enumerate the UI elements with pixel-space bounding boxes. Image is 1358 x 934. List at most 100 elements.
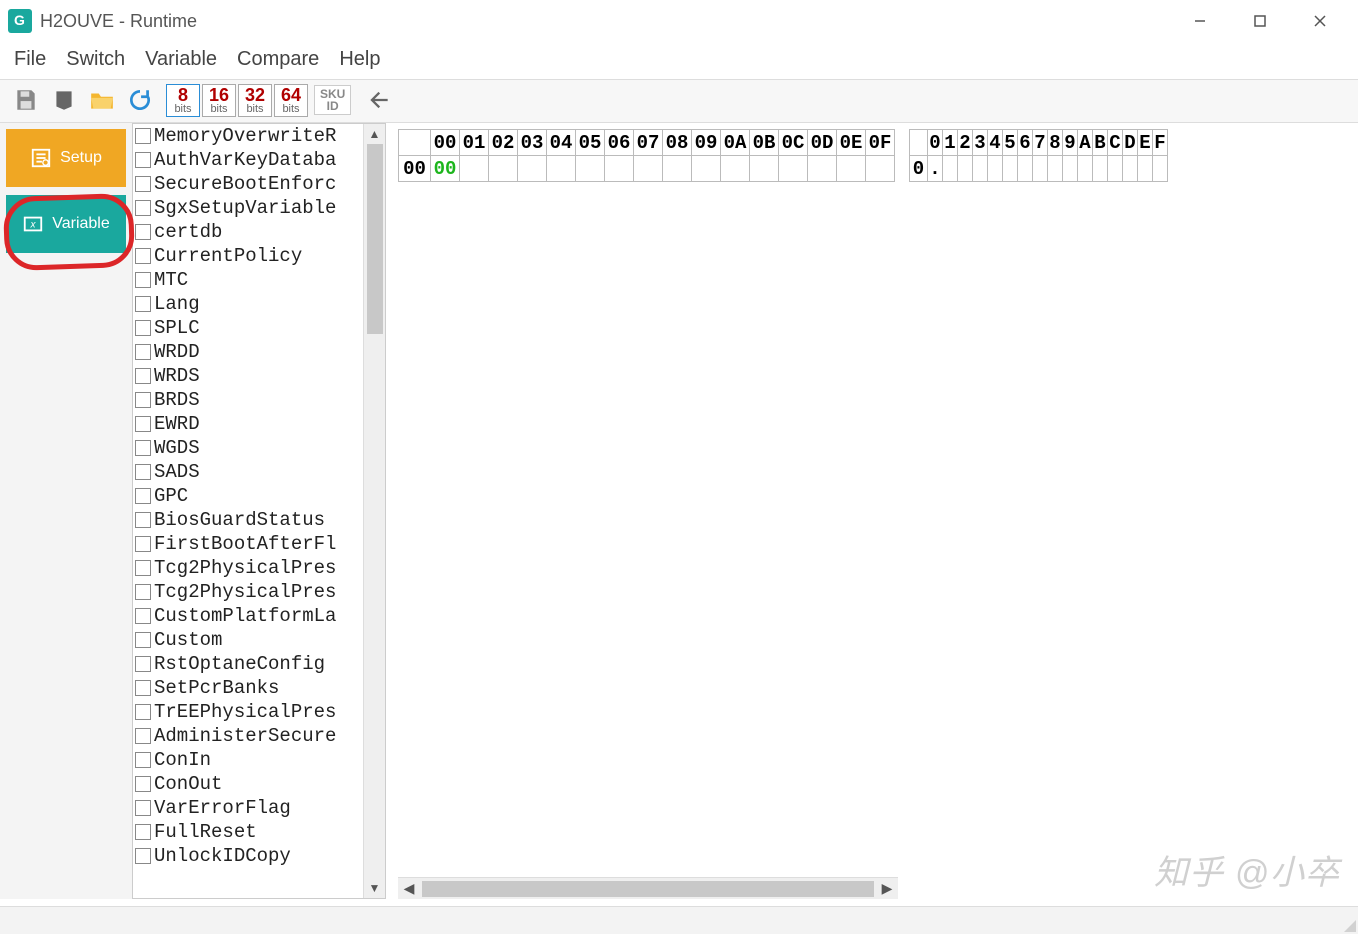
variable-row[interactable]: SgxSetupVariable bbox=[133, 196, 363, 220]
refresh-button[interactable] bbox=[124, 83, 156, 117]
hex-cell[interactable] bbox=[518, 156, 547, 182]
open-folder-button[interactable] bbox=[86, 83, 118, 117]
variable-checkbox[interactable] bbox=[135, 128, 151, 144]
variable-row[interactable]: AdministerSecure bbox=[133, 724, 363, 748]
variable-checkbox[interactable] bbox=[135, 248, 151, 264]
ascii-cell[interactable] bbox=[943, 156, 958, 182]
scroll-down-arrow[interactable]: ▼ bbox=[365, 878, 385, 898]
menu-variable[interactable]: Variable bbox=[145, 48, 217, 71]
variable-row[interactable]: CurrentPolicy bbox=[133, 244, 363, 268]
ascii-table[interactable]: 0123456789ABCDEF 0. bbox=[909, 129, 1168, 182]
variable-row[interactable]: FullReset bbox=[133, 820, 363, 844]
minimize-button[interactable] bbox=[1170, 3, 1230, 39]
variable-checkbox[interactable] bbox=[135, 440, 151, 456]
variable-checkbox[interactable] bbox=[135, 464, 151, 480]
hex-cell[interactable] bbox=[663, 156, 692, 182]
ascii-cell[interactable] bbox=[1123, 156, 1138, 182]
hex-cell[interactable] bbox=[692, 156, 721, 182]
variable-checkbox[interactable] bbox=[135, 584, 151, 600]
variable-checkbox[interactable] bbox=[135, 272, 151, 288]
variable-row[interactable]: certdb bbox=[133, 220, 363, 244]
ascii-cell[interactable] bbox=[1138, 156, 1153, 182]
scroll-up-arrow[interactable]: ▲ bbox=[365, 124, 385, 144]
variable-checkbox[interactable] bbox=[135, 320, 151, 336]
hex-cell[interactable] bbox=[808, 156, 837, 182]
save-button[interactable] bbox=[10, 83, 42, 117]
variable-row[interactable]: Custom bbox=[133, 628, 363, 652]
hex-cell[interactable] bbox=[750, 156, 779, 182]
close-button[interactable] bbox=[1290, 3, 1350, 39]
hscroll-thumb[interactable] bbox=[422, 881, 874, 897]
variable-row[interactable]: FirstBootAfterFl bbox=[133, 532, 363, 556]
variable-row[interactable]: ConIn bbox=[133, 748, 363, 772]
variable-list-scrollbar[interactable]: ▲ ▼ bbox=[363, 124, 385, 898]
variable-checkbox[interactable] bbox=[135, 848, 151, 864]
variable-row[interactable]: WGDS bbox=[133, 436, 363, 460]
ascii-cell[interactable] bbox=[1048, 156, 1063, 182]
bits-64-button[interactable]: 64 bits bbox=[274, 84, 308, 117]
variable-checkbox[interactable] bbox=[135, 656, 151, 672]
variable-checkbox[interactable] bbox=[135, 536, 151, 552]
ascii-cell[interactable] bbox=[1108, 156, 1123, 182]
hex-cell[interactable] bbox=[837, 156, 866, 182]
ascii-cell[interactable] bbox=[1093, 156, 1108, 182]
ascii-cell[interactable] bbox=[973, 156, 988, 182]
variable-row[interactable]: BRDS bbox=[133, 388, 363, 412]
variable-checkbox[interactable] bbox=[135, 392, 151, 408]
menu-file[interactable]: File bbox=[14, 48, 46, 71]
bits-16-button[interactable]: 16 bits bbox=[202, 84, 236, 117]
bits-8-button[interactable]: 8 bits bbox=[166, 84, 200, 117]
resize-grip[interactable] bbox=[1340, 916, 1356, 932]
variable-checkbox[interactable] bbox=[135, 296, 151, 312]
variable-checkbox[interactable] bbox=[135, 512, 151, 528]
menu-help[interactable]: Help bbox=[339, 48, 380, 71]
variable-row[interactable]: RstOptaneConfig bbox=[133, 652, 363, 676]
variable-row[interactable]: BiosGuardStatus bbox=[133, 508, 363, 532]
variable-row[interactable]: ConOut bbox=[133, 772, 363, 796]
variable-row[interactable]: WRDS bbox=[133, 364, 363, 388]
ascii-cell[interactable]: . bbox=[928, 156, 943, 182]
variable-checkbox[interactable] bbox=[135, 488, 151, 504]
variable-row[interactable]: SetPcrBanks bbox=[133, 676, 363, 700]
hscroll-right-arrow[interactable]: ▶ bbox=[876, 880, 898, 897]
side-tab-variable[interactable]: x Variable bbox=[6, 195, 126, 253]
ascii-cell[interactable] bbox=[1153, 156, 1168, 182]
ascii-cell[interactable] bbox=[1033, 156, 1048, 182]
variable-checkbox[interactable] bbox=[135, 824, 151, 840]
variable-checkbox[interactable] bbox=[135, 560, 151, 576]
side-tab-setup[interactable]: Setup bbox=[6, 129, 126, 187]
ascii-cell[interactable] bbox=[1078, 156, 1093, 182]
variable-row[interactable]: WRDD bbox=[133, 340, 363, 364]
variable-checkbox[interactable] bbox=[135, 728, 151, 744]
hex-cell[interactable] bbox=[605, 156, 634, 182]
variable-checkbox[interactable] bbox=[135, 176, 151, 192]
menu-switch[interactable]: Switch bbox=[66, 48, 125, 71]
menu-compare[interactable]: Compare bbox=[237, 48, 319, 71]
variable-row[interactable]: MTC bbox=[133, 268, 363, 292]
variable-row[interactable]: SecureBootEnforc bbox=[133, 172, 363, 196]
hex-cell[interactable] bbox=[721, 156, 750, 182]
back-button[interactable] bbox=[363, 83, 395, 117]
variable-row[interactable]: GPC bbox=[133, 484, 363, 508]
ascii-cell[interactable] bbox=[988, 156, 1003, 182]
variable-row[interactable]: AuthVarKeyDataba bbox=[133, 148, 363, 172]
variable-row[interactable]: MemoryOverwriteR bbox=[133, 124, 363, 148]
bits-32-button[interactable]: 32 bits bbox=[238, 84, 272, 117]
hex-cell[interactable] bbox=[460, 156, 489, 182]
variable-row[interactable]: EWRD bbox=[133, 412, 363, 436]
variable-checkbox[interactable] bbox=[135, 224, 151, 240]
hex-horizontal-scrollbar[interactable]: ◀ ▶ bbox=[398, 877, 898, 899]
variable-checkbox[interactable] bbox=[135, 200, 151, 216]
hex-cell[interactable]: 00 bbox=[431, 156, 460, 182]
variable-row[interactable]: CustomPlatformLa bbox=[133, 604, 363, 628]
hex-table[interactable]: 000102030405060708090A0B0C0D0E0F 0000 bbox=[398, 129, 895, 182]
variable-checkbox[interactable] bbox=[135, 752, 151, 768]
hex-cell[interactable] bbox=[779, 156, 808, 182]
ascii-cell[interactable] bbox=[1063, 156, 1078, 182]
scroll-thumb[interactable] bbox=[367, 144, 383, 334]
variable-checkbox[interactable] bbox=[135, 344, 151, 360]
hscroll-left-arrow[interactable]: ◀ bbox=[398, 880, 420, 897]
variable-row[interactable]: Lang bbox=[133, 292, 363, 316]
variable-row[interactable]: UnlockIDCopy bbox=[133, 844, 363, 868]
variable-checkbox[interactable] bbox=[135, 608, 151, 624]
